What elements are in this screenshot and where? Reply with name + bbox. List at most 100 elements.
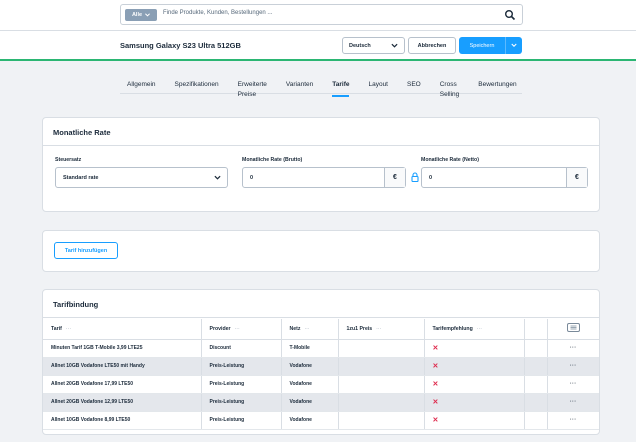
search-icon[interactable] [504,9,516,21]
row-actions-button[interactable]: ··· [547,393,599,412]
product-header: Samsung Galaxy S23 Ultra 512GB Deutsch A… [0,31,636,61]
tariff-binding-card: Tarifbindung Tarif ··· Provider ··· Netz ··· 1… [42,289,600,435]
column-menu-icon[interactable]: ··· [376,326,381,332]
tax-value: Standard rate [63,174,99,181]
column-header-spacer [524,319,548,340]
recommendation-cell: ✕ [424,411,525,430]
tab-erweiterte-preise[interactable]: Erweiterte Preise [231,80,267,98]
add-tariff-button[interactable]: Tarif hinzufügen [54,242,118,259]
net-rate-input[interactable]: 0 € [421,167,588,188]
row-actions-button[interactable]: ··· [547,339,599,358]
column-header-label: Provider [209,325,231,332]
card-title: Tarifbindung [43,290,599,318]
recommendation-cell: ✕ [424,339,525,358]
tax-select[interactable]: Standard rate [55,167,228,188]
recommendation-cell: ✕ [424,357,525,376]
price-cell [338,411,425,430]
column-header-label: Tarif [51,325,62,332]
tax-label: Steuersatz [55,157,82,163]
save-button[interactable]: Speichern [459,37,522,54]
table-row[interactable]: Allnet 20GB Vodafone 12,99 LTE50 Preis-Le… [43,393,599,412]
network-cell: Vodafone [281,375,339,394]
cancel-button[interactable]: Abbrechen [408,37,456,54]
search-scope-dropdown[interactable]: Alle [125,9,157,21]
spacer-cell [524,357,548,376]
row-actions-button[interactable]: ··· [547,357,599,376]
tariff-name-cell: Minuten Tarif 1GB T-Mobile 3,99 LTE25 [43,339,202,358]
column-header[interactable]: 1zu1 Preis ··· [338,319,425,340]
language-select[interactable]: Deutsch [342,37,405,54]
gross-rate-value: 0 [250,174,254,181]
gross-rate-label: Monatliche Rate (Brutto) [242,157,303,163]
chevron-down-icon [511,43,517,47]
tab-allgemein[interactable]: Allgemein [120,80,156,93]
monthly-rate-card: Monatliche Rate Steuersatz Standard rate… [42,117,600,212]
net-rate-value: 0 [429,174,433,181]
tariff-name-cell: Allnet 10GB Vodafone LTE50 mit Handy [43,357,202,376]
tab-seo[interactable]: SEO [400,80,421,93]
column-header[interactable]: Tarifempfehlung ··· [424,319,525,340]
spacer-cell [524,375,548,394]
page-title: Samsung Galaxy S23 Ultra 512GB [120,41,241,50]
network-cell: Vodafone [281,393,339,412]
add-tariff-card: Tarif hinzufügen [42,230,600,272]
top-search-bar: Alle Finde Produkte, Kunden, Bestellunge… [0,0,636,31]
recommendation-cell: ✕ [424,375,525,394]
price-cell [338,375,425,394]
column-settings-icon [566,323,580,333]
currency-suffix: € [566,168,587,187]
provider-cell: Preis-Leistung [201,411,282,430]
lock-icon[interactable] [411,172,419,182]
network-cell: Vodafone [281,357,339,376]
spacer-cell [524,393,548,412]
price-cell [338,357,425,376]
tariff-table: Tarif ··· Provider ··· Netz ··· 1zu1 Preis ··· T… [43,319,599,430]
gross-rate-input[interactable]: 0 € [242,167,406,188]
column-header[interactable]: Netz ··· [281,319,339,340]
provider-cell: Preis-Leistung [201,357,282,376]
column-menu-icon[interactable]: ··· [304,326,309,332]
table-header-row: Tarif ··· Provider ··· Netz ··· 1zu1 Preis ··· T… [43,319,599,340]
global-search[interactable]: Alle Finde Produkte, Kunden, Bestellunge… [120,4,523,25]
tab-tarife[interactable]: Tarife [325,80,350,97]
search-scope-label: Alle [131,12,143,18]
column-settings-button[interactable] [547,319,599,340]
tariff-name-cell: Allnet 20GB Vodafone 12,99 LTE50 [43,393,202,412]
tariff-name-cell: Allnet 10GB Vodafone 8,99 LTE50 [43,411,202,430]
row-actions-button[interactable]: ··· [547,411,599,430]
tab-spezifikationen[interactable]: Spezifikationen [168,80,219,93]
table-row[interactable]: Allnet 20GB Vodafone 17,99 LTE50 Preis-Le… [43,375,599,394]
save-options-toggle[interactable] [505,37,522,54]
column-header-label: 1zu1 Preis [346,325,373,332]
provider-cell: Preis-Leistung [201,393,282,412]
product-tabs: Allgemein Spezifikationen Erweiterte Preis… [120,80,522,98]
recommendation-cell: ✕ [424,393,525,412]
tab-varianten[interactable]: Varianten [279,80,313,93]
tab-cross-selling[interactable]: Cross Selling [433,80,460,98]
column-menu-icon[interactable]: ··· [235,326,240,332]
column-header[interactable]: Provider ··· [201,319,282,340]
card-title: Monatliche Rate [43,118,599,146]
chevron-down-icon [145,13,150,17]
net-rate-label: Monatliche Rate (Netto) [421,157,479,163]
network-cell: Vodafone [281,411,339,430]
column-menu-icon[interactable]: ··· [477,326,482,332]
table-row[interactable]: Allnet 10GB Vodafone 8,99 LTE50 Preis-Lei… [43,411,599,430]
spacer-cell [524,339,548,358]
search-input[interactable]: Finde Produkte, Kunden, Bestellungen ... [163,10,272,16]
row-actions-button[interactable]: ··· [547,375,599,394]
column-header[interactable]: Tarif ··· [43,319,202,340]
column-header-label: Tarifempfehlung [432,325,473,332]
table-row[interactable]: Minuten Tarif 1GB T-Mobile 3,99 LTE25 Dis… [43,339,599,358]
table-row[interactable]: Allnet 10GB Vodafone LTE50 mit Handy Prei… [43,357,599,376]
tab-bewertungen[interactable]: Bewertungen [471,80,516,93]
language-value: Deutsch [349,42,371,49]
column-header-label: Netz [289,325,301,332]
spacer-cell [524,411,548,430]
tab-layout[interactable]: Layout [361,80,388,93]
price-cell [338,393,425,412]
provider-cell: Discount [201,339,282,358]
currency-suffix: € [384,168,405,187]
price-cell [338,339,425,358]
column-menu-icon[interactable]: ··· [66,326,71,332]
